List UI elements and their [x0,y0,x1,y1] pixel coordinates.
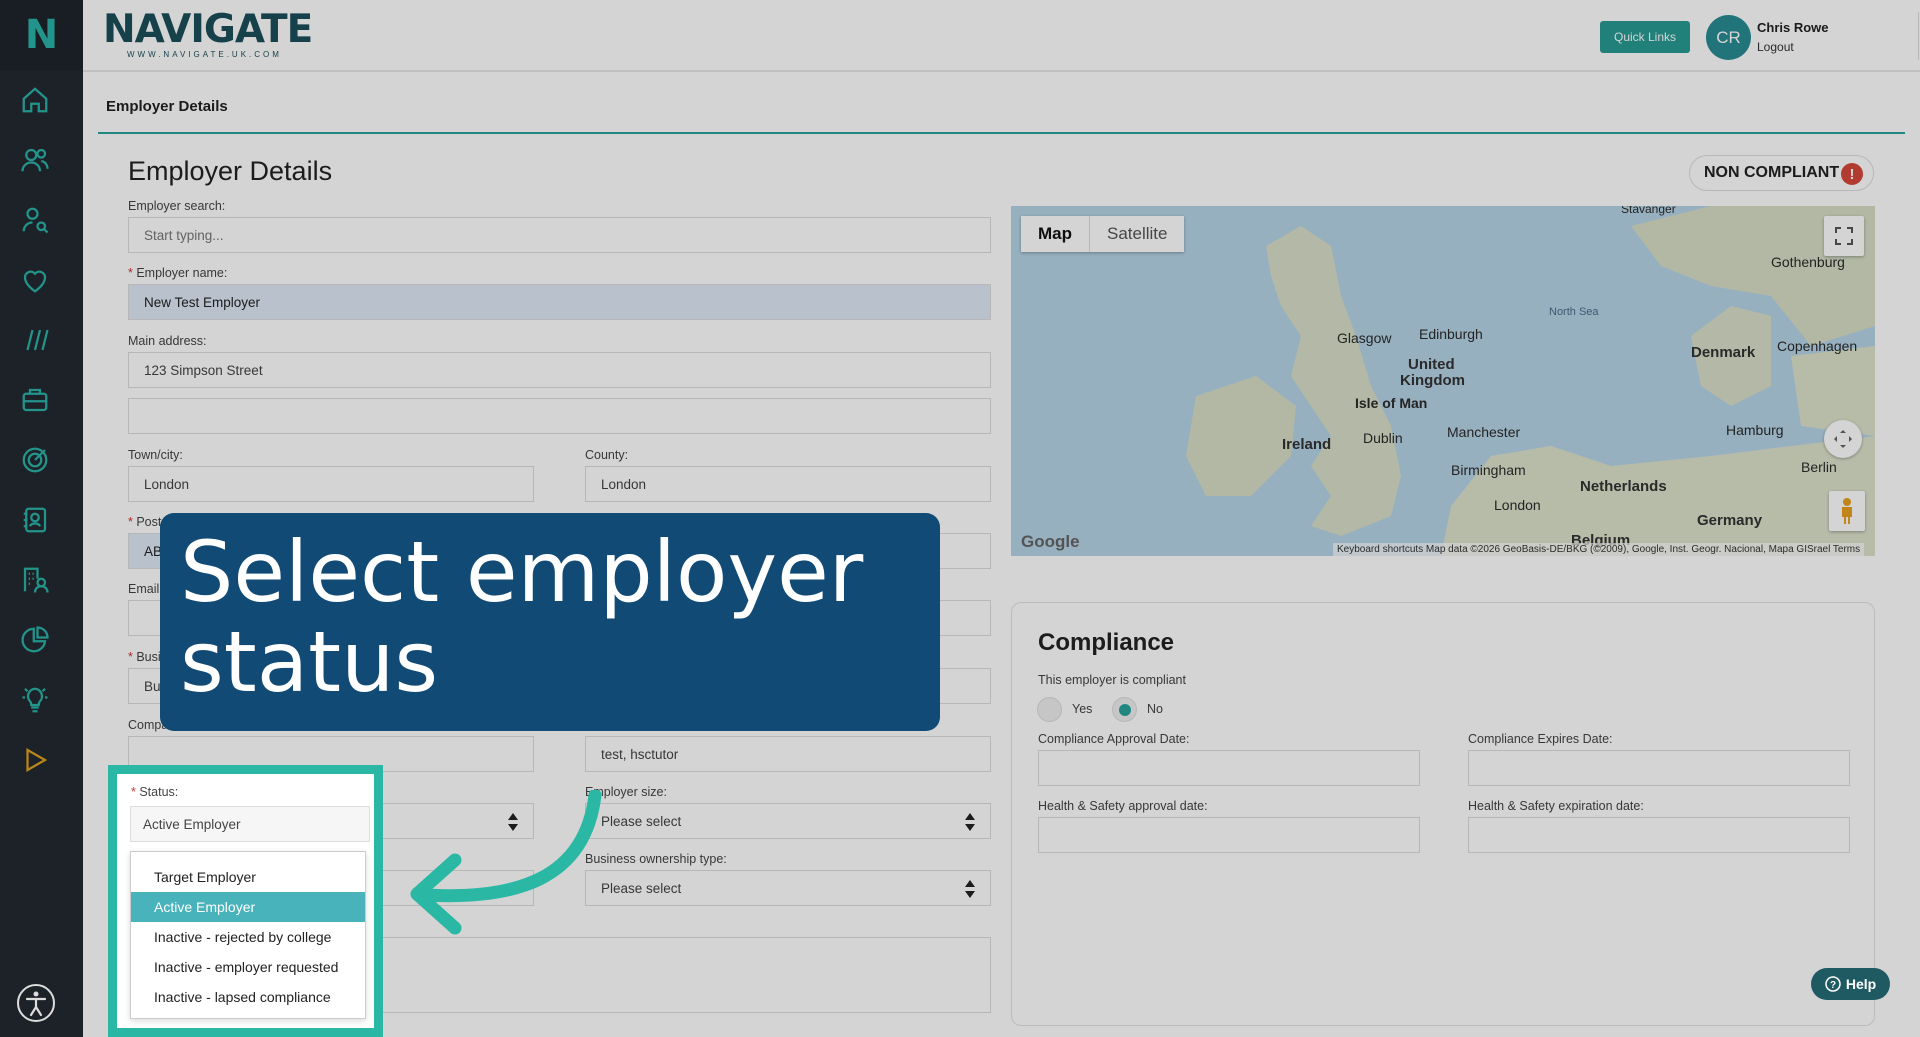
accessibility-icon[interactable] [16,983,56,1023]
help-icon: ? [1825,976,1841,992]
svg-text:?: ? [1830,980,1836,991]
status-option-active[interactable]: Active Employer [131,892,365,922]
status-option-rejected[interactable]: Inactive - rejected by college [131,922,365,952]
status-option-employer-requested[interactable]: Inactive - employer requested [131,952,365,982]
status-focus-highlight: * Status: Active Employer Target Employe… [108,765,383,1037]
help-label: Help [1845,976,1877,992]
status-option-lapsed[interactable]: Inactive - lapsed compliance [131,982,365,1012]
tutorial-callout: Select employer status [160,513,940,731]
status-dropdown: Target Employer Active Employer Inactive… [130,851,366,1019]
pointer-arrow-icon [410,790,602,935]
help-button[interactable]: ? Help [1811,968,1890,1000]
callout-line-2: status [180,613,439,711]
status-option-target[interactable]: Target Employer [131,862,365,892]
callout-line-1: Select employer [180,523,864,621]
status-label: * Status: [131,785,179,799]
status-select[interactable]: Active Employer [130,806,370,842]
